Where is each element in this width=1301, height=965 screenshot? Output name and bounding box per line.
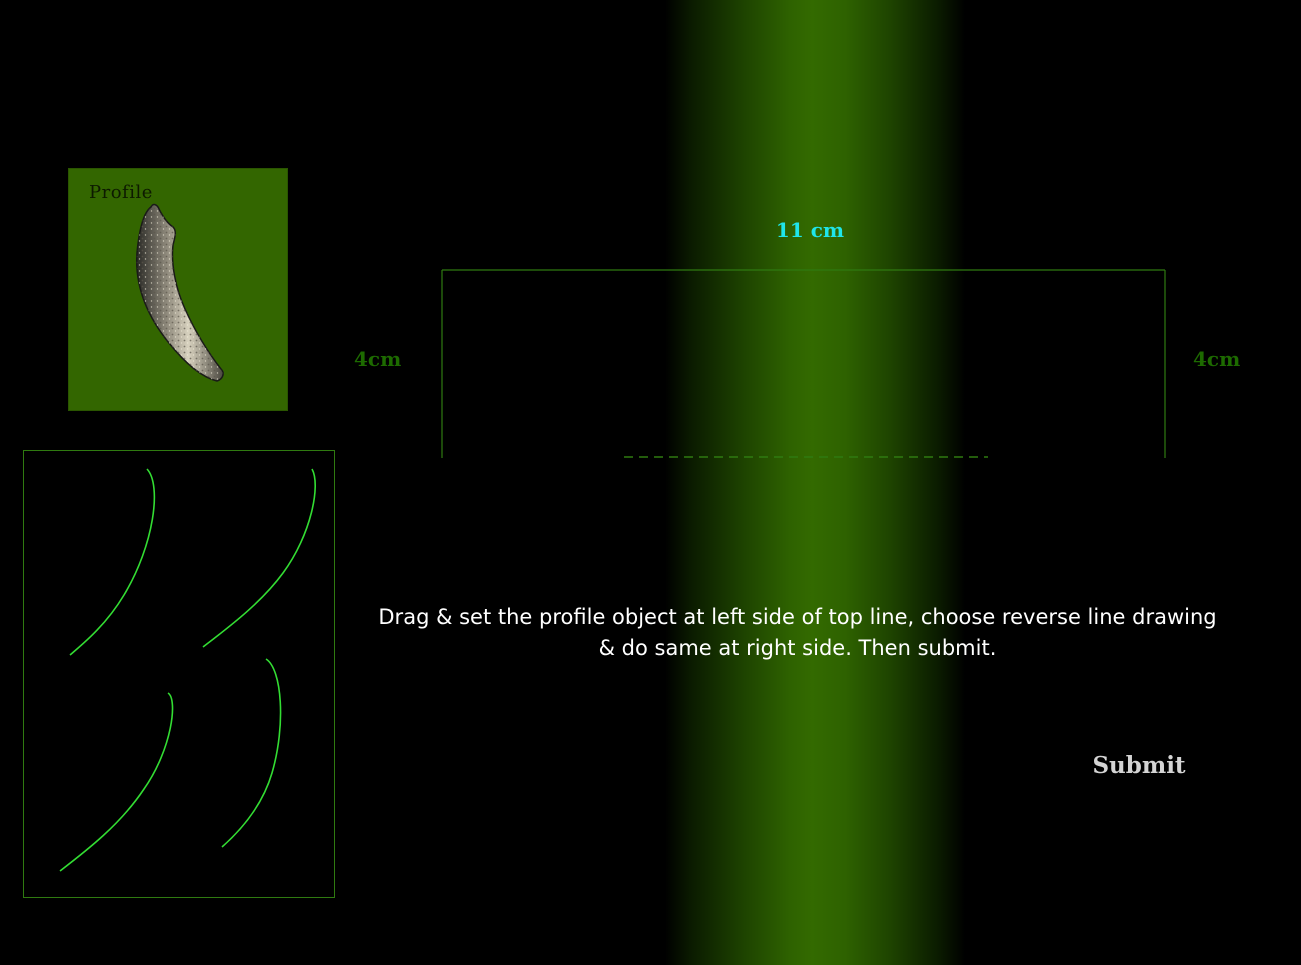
instructions-line-2: & do same at right side. Then submit.: [598, 636, 997, 660]
submit-button[interactable]: Submit: [1080, 748, 1198, 782]
left-dimension-label: 4cm: [354, 347, 402, 371]
measurement-frame: [441, 269, 1166, 458]
instructions-text: Drag & set the profile object at left si…: [370, 602, 1225, 664]
instructions-line-1: Drag & set the profile object at left si…: [378, 605, 1217, 629]
right-dimension-label: 4cm: [1193, 347, 1241, 371]
top-dimension-label: 11 cm: [775, 218, 845, 242]
